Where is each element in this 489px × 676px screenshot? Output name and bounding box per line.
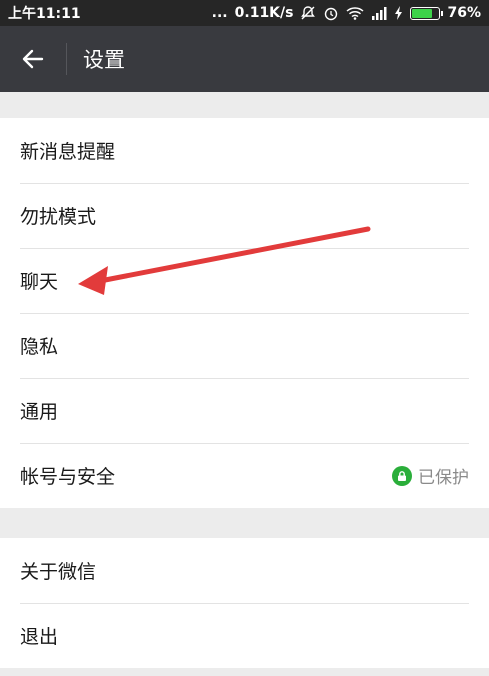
settings-item-label: 退出 (20, 626, 59, 648)
settings-item-do-not-disturb[interactable]: 勿扰模式 (0, 183, 489, 248)
settings-item-logout[interactable]: 退出 (0, 603, 489, 668)
settings-item-label: 关于微信 (20, 561, 97, 583)
settings-item-label: 聊天 (20, 271, 59, 293)
bottom-spacer (0, 668, 489, 676)
battery-icon (410, 6, 444, 20)
settings-item-label: 帐号与安全 (20, 466, 116, 488)
title-bar: 设置 (0, 26, 489, 92)
account-protected-status: 已保护 (392, 463, 469, 488)
settings-group-main: 新消息提醒 勿扰模式 聊天 隐私 通用 帐号与安全 已保护 (0, 118, 489, 508)
status-indicators: ... 0.11K/s 76% (212, 5, 481, 21)
arrow-left-icon (22, 49, 44, 69)
wifi-icon (346, 6, 364, 20)
mute-icon (300, 5, 316, 21)
network-speed: 0.11K/s (234, 5, 294, 21)
battery-percent: 76% (447, 5, 481, 21)
protected-status-text: 已保护 (418, 468, 469, 488)
back-button[interactable] (0, 26, 66, 92)
status-dots: ... (211, 5, 228, 21)
settings-item-chat[interactable]: 聊天 (0, 248, 489, 313)
signal-icon (371, 6, 387, 20)
settings-item-label: 隐私 (20, 336, 59, 358)
settings-group-secondary: 关于微信 退出 (0, 538, 489, 668)
settings-item-privacy[interactable]: 隐私 (0, 313, 489, 378)
settings-item-account-security[interactable]: 帐号与安全 已保护 (0, 443, 489, 508)
settings-item-general[interactable]: 通用 (0, 378, 489, 443)
charging-icon (394, 6, 403, 20)
settings-item-about-wechat[interactable]: 关于微信 (0, 538, 489, 603)
status-bar: 上午11:11 ... 0.11K/s 76% (0, 0, 489, 26)
page-title: 设置 (83, 48, 125, 72)
settings-item-new-message-alerts[interactable]: 新消息提醒 (0, 118, 489, 183)
lock-icon (392, 465, 412, 486)
settings-item-label: 勿扰模式 (20, 206, 97, 228)
status-time: 上午11:11 (8, 6, 81, 22)
settings-item-label: 新消息提醒 (20, 141, 116, 163)
alarm-icon (323, 5, 339, 21)
settings-item-label: 通用 (20, 401, 59, 423)
